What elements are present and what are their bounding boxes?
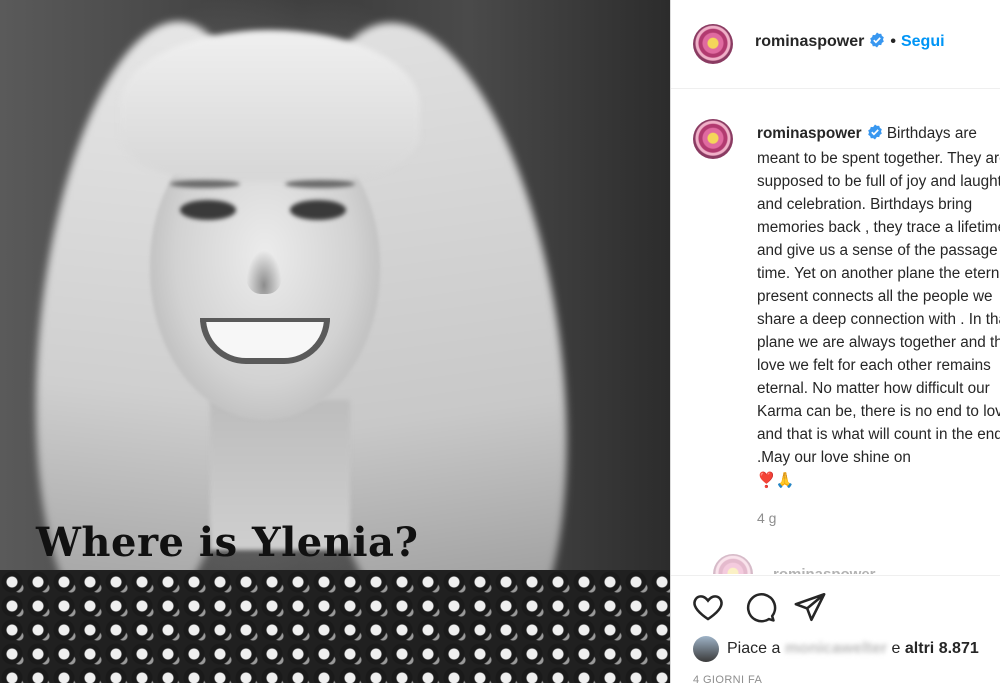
action-bar: Piace a monicawelter e altri 8.871 4 GIO… <box>671 575 1000 683</box>
verified-badge-icon <box>867 124 883 147</box>
caption-time[interactable]: 4 g <box>757 510 776 526</box>
liker-username[interactable]: monicawelter <box>785 640 887 657</box>
paper-plane-icon[interactable] <box>793 590 827 624</box>
comment-avatar[interactable] <box>713 554 753 574</box>
comment-icon[interactable] <box>743 590 777 624</box>
post-header: rominaspower • Segui <box>671 0 1000 89</box>
header-line: rominaspower • Segui <box>755 32 945 53</box>
header-separator: • <box>890 33 896 50</box>
eyebrow-right <box>285 180 355 188</box>
comments-section[interactable]: rominaspower Birthdays are meant to be s… <box>671 89 1000 574</box>
caption-text: Birthdays are meant to be spent together… <box>757 125 1000 466</box>
eyebrow-left <box>170 180 240 188</box>
eye-right <box>290 200 346 220</box>
author-username[interactable]: rominaspower <box>755 33 864 50</box>
likes-others[interactable]: altri 8.871 <box>905 640 979 657</box>
sequin-dress <box>0 570 670 683</box>
image-overlay-text: Where is Ylenia? <box>36 519 419 566</box>
eye-left <box>180 200 236 220</box>
nose <box>246 250 282 294</box>
post-image[interactable]: Where is Ylenia? <box>0 0 670 683</box>
post-date[interactable]: 4 GIORNI FA <box>693 674 762 683</box>
caption-username[interactable]: rominaspower <box>757 125 862 142</box>
liker-avatar <box>693 636 719 662</box>
caption-author-avatar[interactable] <box>693 119 733 159</box>
next-comment: rominaspower <box>693 554 876 574</box>
likes-middle: e <box>891 640 901 658</box>
post-caption: rominaspower Birthdays are meant to be s… <box>757 122 1000 492</box>
caption-emoji: ❣️🙏 <box>757 472 795 489</box>
verified-badge-icon <box>869 32 885 53</box>
bangs <box>120 30 420 180</box>
comment-username[interactable]: rominaspower <box>773 566 876 575</box>
author-avatar[interactable] <box>693 24 733 64</box>
likes-prefix: Piace a <box>727 640 781 658</box>
likes-summary[interactable]: Piace a monicawelter e altri 8.871 <box>693 636 979 662</box>
heart-icon[interactable] <box>691 590 725 624</box>
post-side-panel: rominaspower • Segui rominaspower Birthday… <box>670 0 1000 683</box>
follow-button[interactable]: Segui <box>901 33 945 50</box>
